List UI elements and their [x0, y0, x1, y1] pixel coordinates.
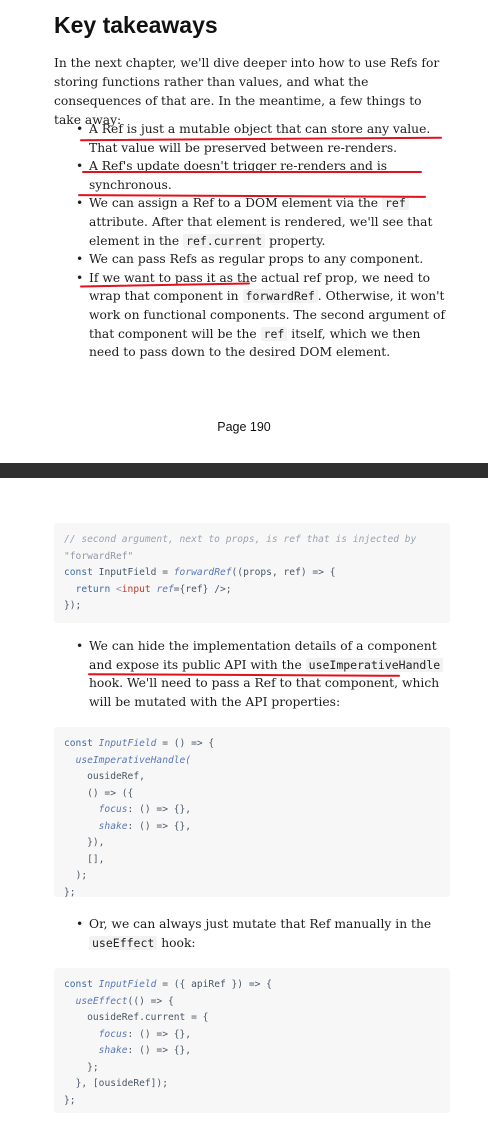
list-item: We can pass Refs as regular props to any…: [76, 250, 446, 269]
bullet-text: We can pass Refs as regular props to any…: [89, 252, 424, 267]
code-property: shake: [98, 820, 128, 832]
code-text: : () => {},: [127, 1028, 192, 1040]
bullet-list-3: Or, we can always just mutate that Ref m…: [76, 915, 446, 952]
inline-code: ref: [382, 196, 409, 211]
code-text: = () => {: [156, 738, 215, 749]
code-text: };: [64, 886, 76, 898]
takeaways-list: A Ref is just a mutable object that can …: [76, 120, 446, 362]
code-function: InputField: [92, 979, 157, 990]
code-attribute: ref: [150, 583, 174, 595]
code-keyword: const: [64, 738, 93, 749]
code-property: focus: [98, 1028, 128, 1040]
bullet-text: We can assign a Ref to a DOM element via…: [89, 196, 382, 211]
code-text: : () => {},: [127, 820, 192, 832]
red-underline: [82, 171, 422, 173]
page-divider: [0, 463, 488, 478]
code-tag: input: [121, 583, 151, 595]
code-property: shake: [98, 1045, 128, 1056]
intro-paragraph: In the next chapter, we'll dive deeper i…: [54, 56, 440, 127]
code-comment: // second argument, next to props, is re…: [64, 534, 417, 545]
code-text: };: [64, 1094, 76, 1106]
page-number: Page 190: [217, 420, 271, 434]
code-block-forwardref: // second argument, next to props, is re…: [54, 523, 450, 623]
code-function: useImperativeHandle(: [75, 754, 192, 766]
code-function: useEffect: [75, 995, 128, 1007]
list-item: We can assign a Ref to a DOM element via…: [76, 194, 446, 250]
code-text: () => ({: [87, 787, 134, 799]
code-identifier: InputField =: [92, 567, 174, 578]
bullet-text: property.: [265, 233, 326, 248]
code-keyword: return: [75, 583, 111, 595]
code-text: (() => {: [127, 995, 174, 1007]
code-text: : () => {},: [127, 1045, 192, 1056]
code-property: focus: [98, 804, 128, 815]
code-keyword: const: [64, 979, 93, 990]
code-block-useimperativehandle: const InputField = () => { useImperative…: [54, 727, 450, 898]
inline-code: useEffect: [89, 935, 158, 950]
code-text: ousideRef.current = {: [87, 1012, 209, 1023]
code-function: InputField: [92, 738, 157, 749]
code-text: );: [75, 870, 88, 881]
bullet-text: hook:: [157, 935, 196, 950]
code-text: });: [64, 600, 82, 611]
page-190: Key takeaways In the next chapter, we'll…: [0, 0, 488, 463]
code-text: ousideRef,: [87, 771, 145, 782]
code-string: "forwardRef": [64, 550, 134, 562]
inline-code: useImperativeHandle: [305, 657, 444, 672]
inline-code: ref.current: [183, 233, 266, 248]
bullet-text: hook. We'll need to pass a Ref to that c…: [89, 676, 440, 709]
inline-code: forwardRef: [242, 289, 318, 304]
code-text: = ({ apiRef }) => {: [156, 979, 272, 990]
code-text: };: [87, 1061, 99, 1073]
code-text: : () => {},: [127, 804, 192, 815]
code-function: forwardRef: [173, 567, 232, 578]
code-block-useeffect: const InputField = ({ apiRef }) => { use…: [54, 968, 450, 1113]
bullet-text: A Ref's update doesn't trigger re-render…: [89, 159, 388, 192]
list-item: Or, we can always just mutate that Ref m…: [76, 915, 446, 952]
list-item: A Ref's update doesn't trigger re-render…: [76, 157, 446, 194]
page-191: // second argument, next to props, is re…: [0, 478, 488, 1143]
bullet-text: Or, we can always just mutate that Ref m…: [89, 917, 432, 931]
list-item: If we want to pass it as the actual ref …: [76, 269, 446, 362]
code-keyword: const: [64, 567, 93, 578]
code-text: [],: [87, 853, 105, 865]
code-text: <: [110, 583, 122, 595]
section-heading: Key takeaways: [54, 12, 218, 38]
code-text: }),: [87, 837, 105, 848]
code-text: ={ref} />;: [173, 583, 232, 595]
inline-code: ref: [260, 326, 288, 341]
code-text: }, [ousideRef]);: [75, 1078, 168, 1089]
code-text: ((props, ref) => {: [231, 567, 336, 578]
